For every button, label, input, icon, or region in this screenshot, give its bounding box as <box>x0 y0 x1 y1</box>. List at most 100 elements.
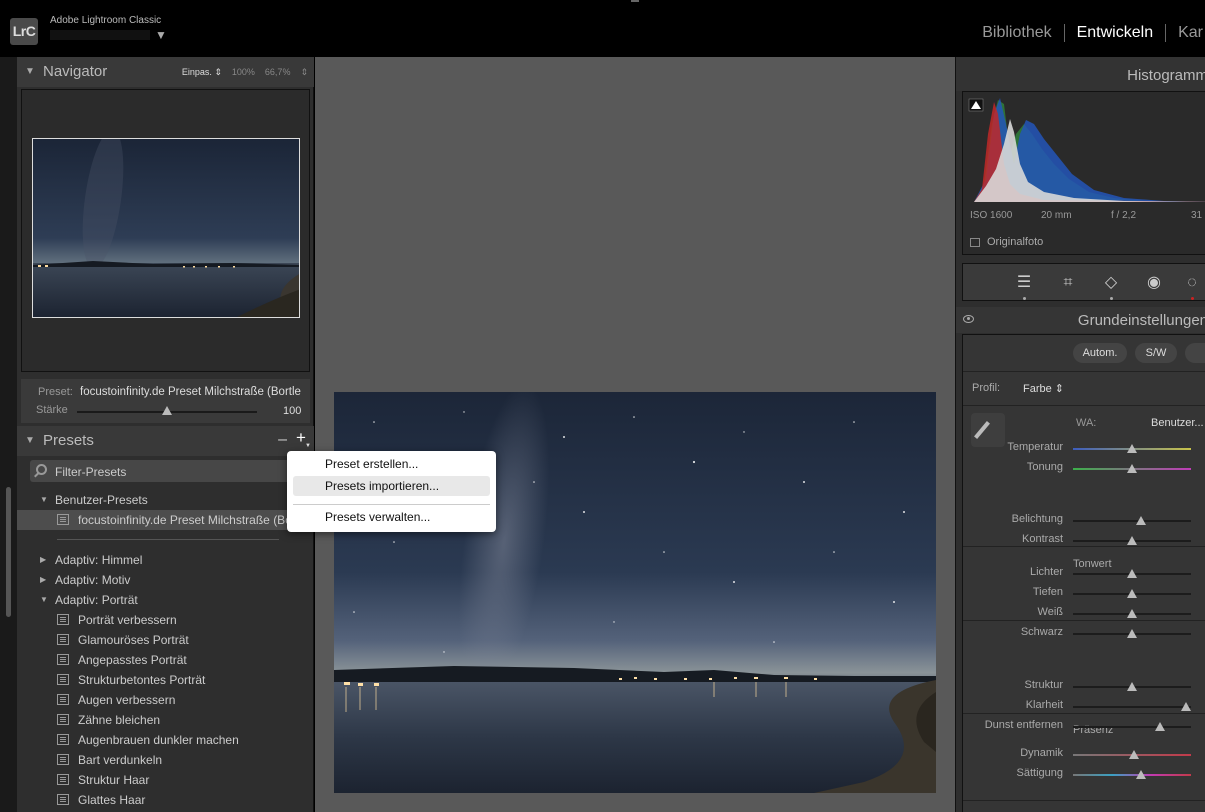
preset-document-icon <box>57 614 69 625</box>
preset-item[interactable]: Porträt verbessern <box>17 610 314 630</box>
crop-icon[interactable]: ⌗ <box>1059 274 1077 292</box>
preset-item[interactable]: Struktur Haar <box>17 770 314 790</box>
app-logo: LrC <box>10 18 38 45</box>
eye-icon[interactable] <box>963 315 974 323</box>
menu-divider <box>293 504 490 505</box>
slider-thumb[interactable] <box>1127 536 1137 545</box>
healing-icon[interactable]: ◇ <box>1102 274 1120 292</box>
slider-thumb[interactable] <box>1127 589 1137 598</box>
collapse-triangle-icon[interactable]: ▼ <box>25 435 35 446</box>
zoom-custom[interactable]: 66,7% <box>265 67 291 78</box>
slider-thumb[interactable] <box>1127 569 1137 578</box>
collapse-triangle-icon[interactable]: ▼ <box>25 66 35 77</box>
slider-thumb[interactable] <box>1127 682 1137 691</box>
menu-import-presets[interactable]: Presets importieren... <box>293 476 490 496</box>
collapsed-triangle-icon[interactable]: ▶ <box>40 575 46 584</box>
wb-dropdown[interactable]: Benutzer... <box>1151 417 1204 429</box>
slider-thumb[interactable] <box>1127 629 1137 638</box>
preset-name: focustoinfinity.de Preset Milchstraße (B… <box>80 386 301 398</box>
amount-value[interactable]: 100 <box>283 405 301 417</box>
red-eye-icon[interactable]: ◉ <box>1145 274 1163 292</box>
left-panel: ▼ Navigator Einpas. ⇕ 100% 66,7% ⇕ Prese… <box>17 57 314 812</box>
active-tool-indicator <box>1023 297 1026 300</box>
catalog-dropdown-arrow[interactable]: ▼ <box>155 28 167 42</box>
preset-item[interactable]: Glattes Haar <box>17 790 314 810</box>
preset-label: Preset: <box>38 386 73 398</box>
slider-track[interactable] <box>1073 520 1191 522</box>
preset-group[interactable]: ▼ Benutzer-Presets <box>17 490 314 510</box>
filter-presets-input[interactable]: Filter-Presets <box>30 460 300 482</box>
slider-thumb[interactable] <box>1136 770 1147 779</box>
photo-canvas <box>315 57 955 812</box>
remove-preset-button[interactable]: – <box>278 431 287 449</box>
preset-label: Porträt verbessern <box>78 613 177 627</box>
window-grip[interactable] <box>631 0 639 2</box>
amount-label: Stärke <box>36 404 68 416</box>
wb-label: WA: <box>1076 417 1097 429</box>
profile-dropdown[interactable]: Farbe ⇕ <box>1023 382 1064 395</box>
slider-thumb[interactable] <box>1136 516 1147 525</box>
basic-panel-header[interactable]: Grundeinstellungen <box>956 307 1205 333</box>
slider-thumb[interactable] <box>1129 750 1140 759</box>
preset-group[interactable]: ▶ Adaptiv: Himmel <box>17 550 314 570</box>
preset-item[interactable]: Strukturbetontes Porträt <box>17 670 314 690</box>
preset-item[interactable]: Angepasstes Porträt <box>17 650 314 670</box>
preset-document-icon <box>57 794 69 805</box>
expanded-triangle-icon[interactable]: ▼ <box>40 495 48 504</box>
left-panel-scrollbar[interactable] <box>6 487 11 617</box>
edit-sliders-icon[interactable]: ☰ <box>1015 274 1033 292</box>
preset-label: Angepasstes Porträt <box>78 653 187 667</box>
preset-item[interactable]: Bart verdunkeln <box>17 750 314 770</box>
module-entwickeln[interactable]: Entwickeln <box>1063 24 1165 42</box>
preset-group[interactable]: ▶ Adaptiv: Motiv <box>17 570 314 590</box>
divider <box>963 800 1205 801</box>
slider-label: Tiefen <box>1032 586 1063 598</box>
collapsed-triangle-icon[interactable]: ▶ <box>40 555 46 564</box>
auto-button[interactable]: Autom. <box>1073 343 1127 363</box>
histogram-header[interactable]: Histogramm <box>956 57 1205 91</box>
zoom-fit[interactable]: Einpas. ⇕ <box>182 67 222 78</box>
navigator-thumbnail[interactable] <box>32 138 300 318</box>
masking-icon[interactable]: ◌ <box>1183 274 1201 292</box>
zoom-100[interactable]: 100% <box>232 67 255 78</box>
presets-header[interactable]: ▼ Presets – + ▼ <box>17 426 314 456</box>
slider-thumb[interactable] <box>1127 609 1137 618</box>
navigator-zoom-options: Einpas. ⇕ 100% 66,7% ⇕ <box>182 67 308 78</box>
preset-item[interactable]: Glamouröses Porträt <box>17 630 314 650</box>
slider-track[interactable] <box>1073 726 1191 728</box>
navigator-header[interactable]: ▼ Navigator Einpas. ⇕ 100% 66,7% ⇕ <box>17 57 314 87</box>
bw-button[interactable]: S/W <box>1135 343 1177 363</box>
zoom-custom-stepper[interactable]: ⇕ <box>300 67 308 78</box>
expanded-triangle-icon[interactable]: ▼ <box>40 595 48 604</box>
menu-create-preset[interactable]: Preset erstellen... <box>293 454 490 474</box>
module-bibliothek[interactable]: Bibliothek <box>970 24 1063 42</box>
left-panel-toggle-strip[interactable] <box>0 57 17 812</box>
histogram-graph[interactable] <box>964 94 1205 204</box>
preset-document-icon <box>57 694 69 705</box>
slider-label: Schwarz <box>1020 626 1063 638</box>
preset-label: Adaptiv: Motiv <box>55 573 131 587</box>
treatment-button[interactable] <box>1185 343 1205 363</box>
develop-tool-strip: ☰ ⌗ ◇ ◉ ◌ <box>962 263 1205 301</box>
menu-manage-presets[interactable]: Presets verwalten... <box>293 507 490 527</box>
amount-slider-thumb[interactable] <box>162 406 172 415</box>
preset-item[interactable]: Augenbrauen dunkler machen <box>17 730 314 750</box>
module-karte[interactable]: Kar <box>1165 24 1205 42</box>
preset-item[interactable]: Zähne bleichen <box>17 710 314 730</box>
preset-document-icon <box>57 754 69 765</box>
preset-item[interactable]: focustoinfinity.de Preset Milchstraße (B… <box>17 510 314 530</box>
slider-thumb[interactable] <box>1127 444 1137 453</box>
preset-item[interactable]: Augen verbessern <box>17 690 314 710</box>
slider-thumb[interactable] <box>1127 464 1137 473</box>
add-preset-menu: Preset erstellen... Presets importieren.… <box>287 451 496 532</box>
navigator-preview[interactable] <box>21 89 310 372</box>
original-photo-checkbox[interactable] <box>970 238 980 247</box>
preset-document-icon <box>57 654 69 665</box>
slider-track[interactable] <box>1073 706 1191 708</box>
slider-thumb[interactable] <box>1181 702 1192 711</box>
preset-document-icon <box>57 714 69 725</box>
preset-group[interactable]: ▼ Adaptiv: Porträt <box>17 590 314 610</box>
slider-track[interactable] <box>1073 774 1191 776</box>
slider-thumb[interactable] <box>1155 722 1166 731</box>
preset-label: Augen verbessern <box>78 693 176 707</box>
